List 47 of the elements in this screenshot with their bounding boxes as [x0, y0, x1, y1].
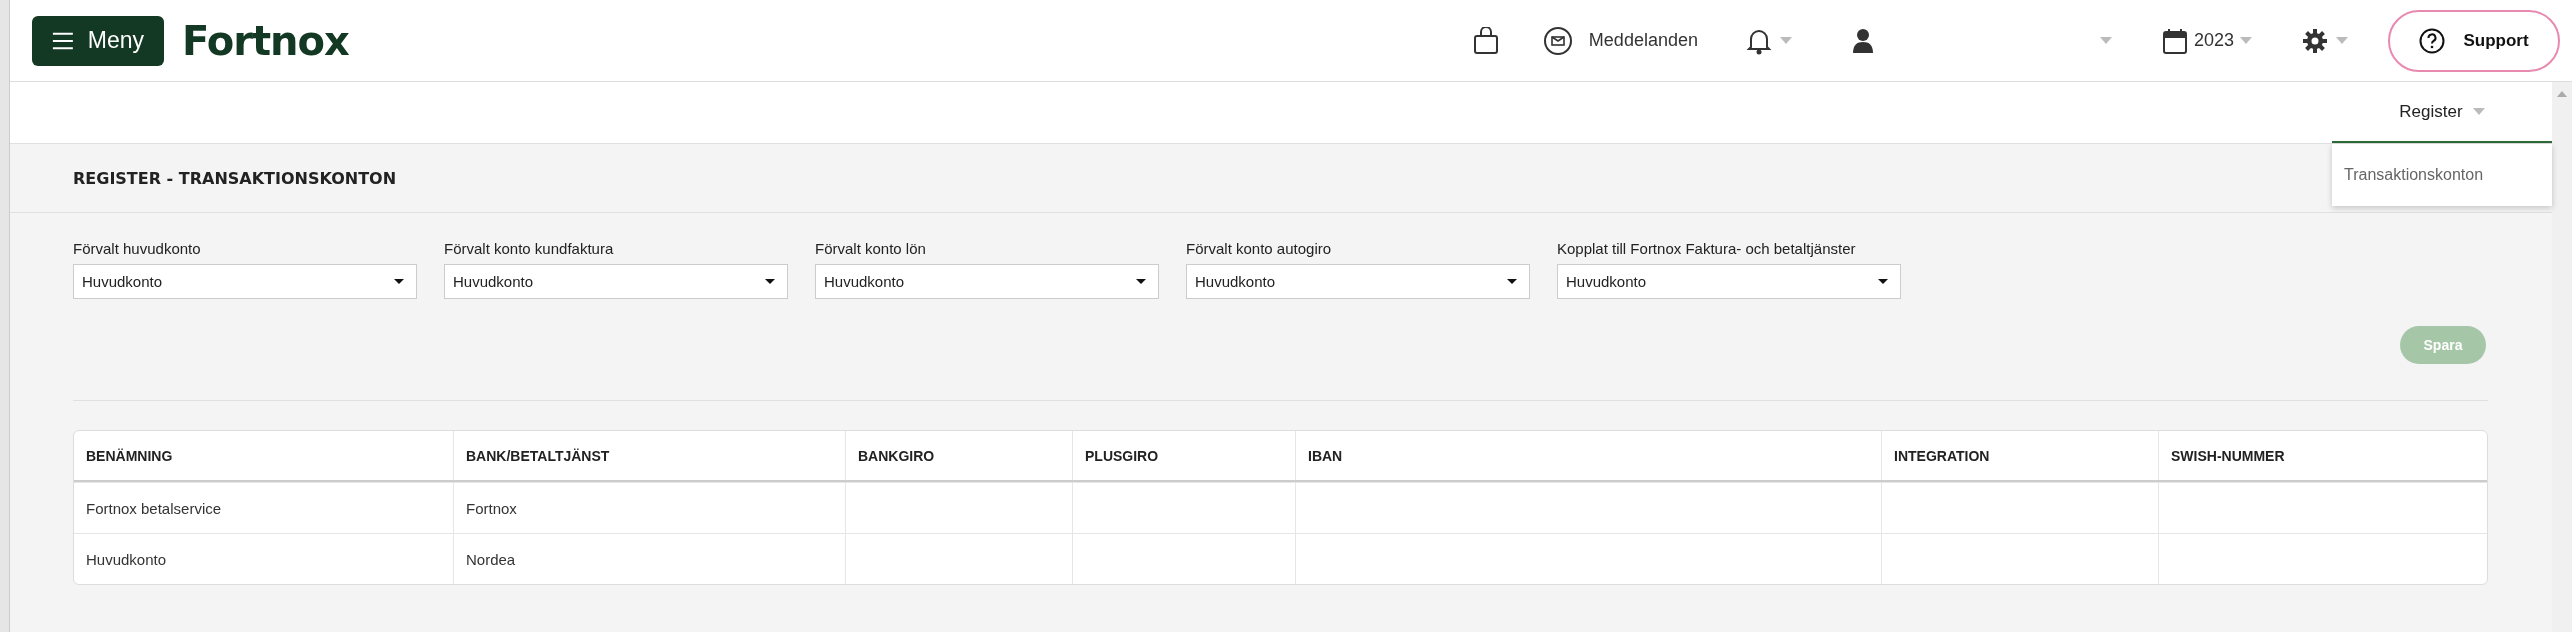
mail-icon: [1542, 25, 1573, 56]
field-label: Förvalt huvudkonto: [73, 240, 202, 257]
help-icon: [2419, 27, 2446, 54]
column-header: INTEGRATION: [1881, 431, 2158, 480]
select-field[interactable]: Huvudkonto: [815, 264, 1159, 299]
table-cell: Fortnox: [453, 483, 845, 533]
user-icon[interactable]: [1851, 27, 1874, 54]
column-header: SWISH-NUMMER: [2158, 431, 2487, 480]
column-header: BANK/BETALTJÄNST: [453, 431, 845, 480]
column-header: BANKGIRO: [845, 431, 1072, 480]
select-field[interactable]: Huvudkonto: [1186, 264, 1530, 299]
page-title: REGISTER - TRANSAKTIONSKONTON: [73, 168, 397, 188]
menu-item[interactable]: Transaktionskonton: [2344, 166, 2484, 184]
caret-icon: [2472, 108, 2485, 115]
field-label: Förvalt konto kundfaktura: [444, 240, 615, 257]
logo[interactable]: Fortnox: [182, 17, 349, 64]
caret-icon: [1507, 279, 1517, 284]
caret-icon: [1878, 279, 1888, 284]
field-label: Förvalt konto autogiro: [1186, 240, 1333, 257]
menu-button[interactable]: Meny: [32, 15, 164, 66]
select-field[interactable]: Huvudkonto: [73, 264, 417, 299]
scrollbar[interactable]: [2552, 82, 2572, 632]
calendar-icon: [2161, 26, 2188, 55]
field-label: Förvalt konto lön: [815, 240, 927, 257]
select-field[interactable]: Huvudkonto: [1557, 264, 1901, 299]
shopping-bag-icon[interactable]: [1472, 26, 1499, 55]
table-cell-text: Fortnox betalservice: [85, 498, 223, 519]
table-cell: Nordea: [453, 534, 845, 584]
column-header: BENÄMNING: [85, 446, 174, 466]
caret-icon: [1136, 279, 1146, 284]
table-cell-text: Huvudkonto: [85, 549, 168, 570]
column-header: IBAN: [1295, 431, 1881, 480]
caret-icon: [1779, 37, 1792, 44]
year-selector[interactable]: 2023: [2161, 26, 2252, 55]
scroll-up-icon: [2556, 90, 2568, 98]
column-header: PLUSGIRO: [1072, 431, 1295, 480]
field-label: Kopplat till Fortnox Faktura- och betaltjänster: [1557, 240, 1857, 257]
caret-icon: [2336, 37, 2348, 44]
settings-button[interactable]: [2302, 27, 2348, 54]
menu-icon: [52, 30, 74, 51]
caret-icon: [765, 279, 775, 284]
select-field[interactable]: Huvudkonto: [444, 264, 788, 299]
messages-link[interactable]: Meddelanden: [1542, 25, 1698, 56]
settings-icon: [2302, 27, 2328, 54]
caret-icon: [394, 279, 404, 284]
support-button[interactable]: Support: [2388, 9, 2560, 72]
caret-icon: [2240, 37, 2252, 44]
